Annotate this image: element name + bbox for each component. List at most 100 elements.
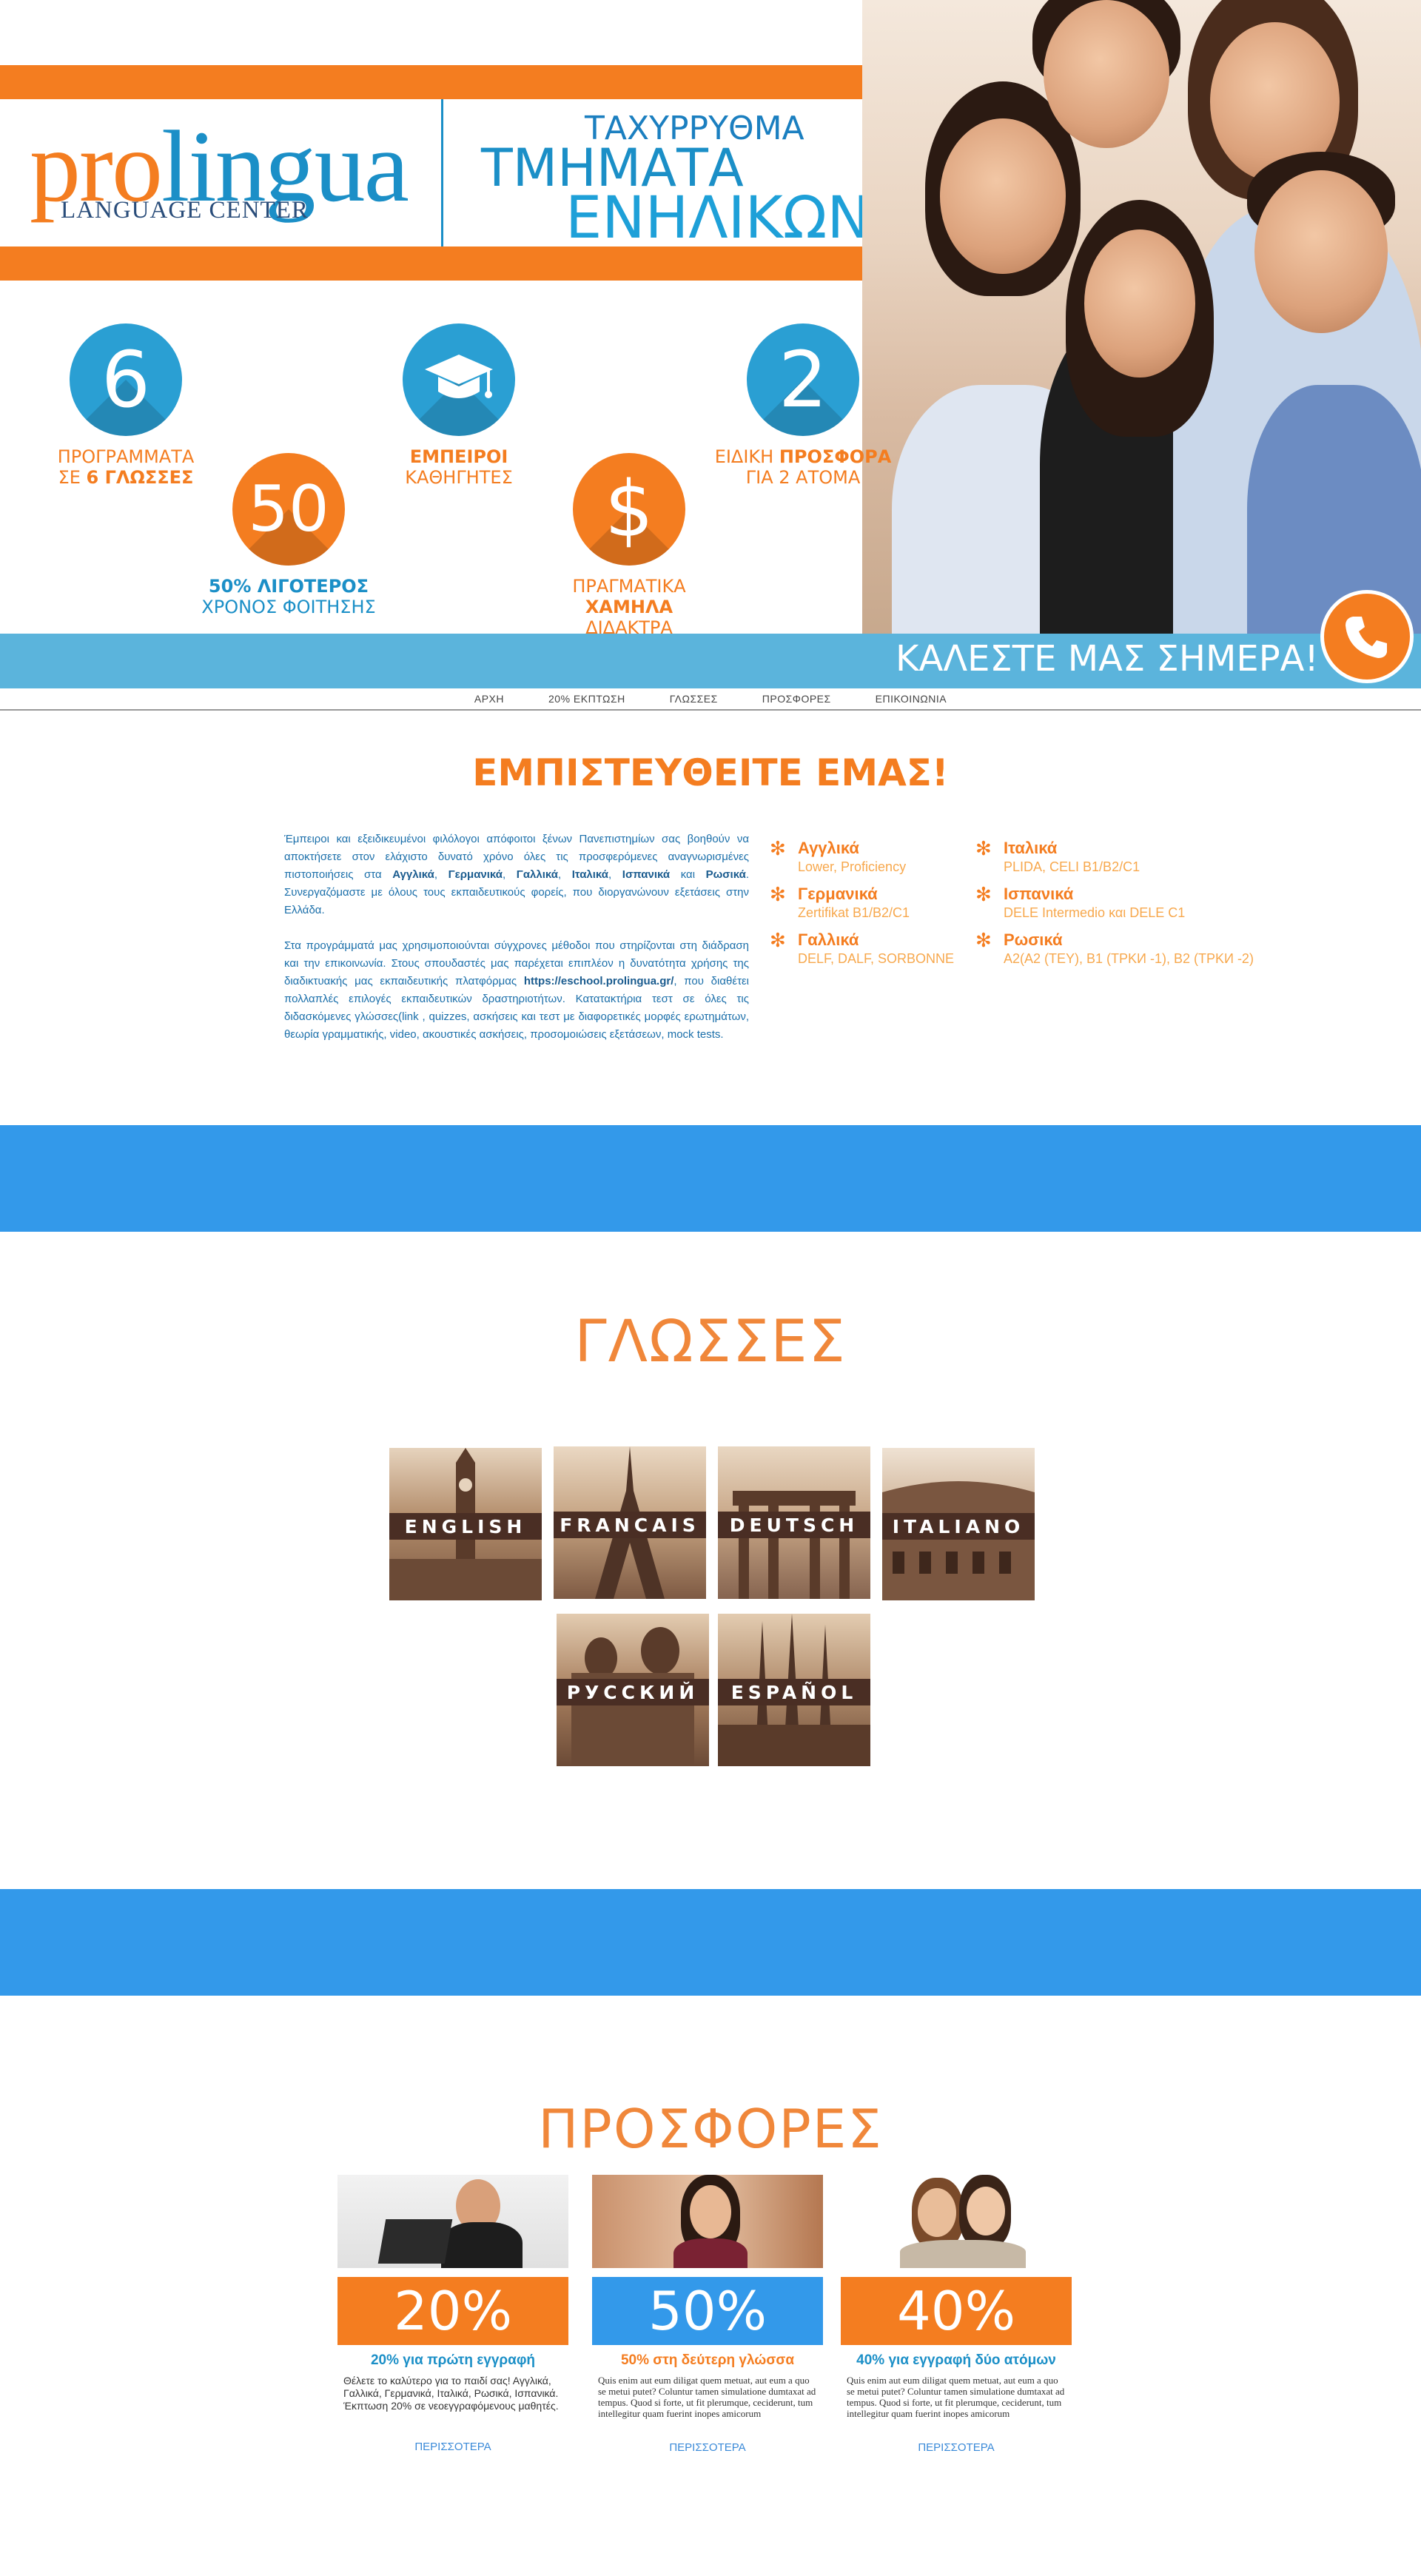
text-span: , (557, 868, 572, 881)
trust-section-title: ΕΜΠΙΣΤΕΥΘΕΙΤΕ ΕΜΑΣ! (472, 751, 949, 794)
trust-paragraph-1: Έμπειροι και εξειδικευμένοι φιλόλογοι απ… (284, 831, 749, 919)
cert-language: Ισπανικά (1004, 885, 1074, 903)
caption-strong: ΕΜΠΕΙΡΟΙ (409, 446, 508, 467)
offer-percent: 40% (841, 2277, 1072, 2345)
star-icon: ✻ (975, 837, 992, 859)
cert-item: ✻ Αγγλικά Lower, Proficiency (770, 838, 977, 875)
language-strong: Ισπανικά (622, 868, 671, 881)
photo-person-face (967, 2187, 1005, 2235)
language-tile-english[interactable]: ENGLISH (389, 1448, 542, 1600)
offer-title: 50% στη δεύτερη γλώσσα (620, 2352, 795, 2368)
offer-description: Quis enim aut eum diligat quem metuat, a… (847, 2375, 1065, 2419)
feature-caption: ΕΙΔΙΚΗ ΠΡΟΣΦΟΡΑ ΓΙΑ 2 ΑΤΟΜΑ (710, 446, 896, 488)
caption-strong: 50% ΛΙΓΟΤΕΡΟΣ (208, 576, 369, 597)
feature-caption: 50% ΛΙΓΟΤΕΡΟΣ ΧΡΟΝΟΣ ΦΟΙΤΗΣΗΣ (200, 576, 377, 617)
offer-percent: 20% (337, 2277, 568, 2345)
cert-item: ✻ Ισπανικά DELE Intermedio και DELE C1 (975, 884, 1309, 921)
cert-item: ✻ Ιταλικά PLIDA, CELI B1/B2/C1 (975, 838, 1309, 875)
prolingua-logo[interactable]: prolingua LANGUAGE CENTER (30, 115, 429, 229)
language-strong: Αγγλικά (392, 868, 434, 881)
logo-wordmark: prolingua (30, 115, 409, 218)
offer-title: 20% για πρώτη εγγραφή (370, 2352, 536, 2368)
offer-description: Quis enim aut eum diligat quem metuat, a… (598, 2375, 816, 2419)
cert-item: ✻ Γαλλικά DELF, DALF, SORBONNE (770, 930, 977, 967)
cert-item: ✻ Ρωσικά A2(A2 (ΤΕΥ), B1 (ΤΡΚИ -1), B2 (ΤΡ… (975, 930, 1309, 967)
star-icon: ✻ (770, 837, 786, 859)
dollar-circle: $ (573, 453, 685, 566)
caption-line: ΣΕ 6 ΓΛΩΣΣΕΣ (52, 467, 200, 488)
cert-level: PLIDA, CELI B1/B2/C1 (1004, 859, 1141, 874)
caption-strong: ΧΑΜΗΛΑ (585, 597, 673, 617)
nav-contact[interactable]: ΕΠΙΚΟΙΝΩΝΙΑ (876, 693, 947, 705)
caption-line: ΓΙΑ 2 ΑΤΟΜΑ (745, 467, 861, 488)
feature-number: 50 (248, 472, 329, 546)
offer-photo (592, 2175, 823, 2268)
certifications-list-right: ✻ Ιταλικά PLIDA, CELI B1/B2/C1 ✻ Ισπανικά DE… (975, 838, 1309, 976)
tile-label: ENGLISH (389, 1513, 542, 1540)
photo-person-shirt (441, 2222, 523, 2268)
language-strong: Γαλλικά (516, 868, 558, 881)
caption-line: ΚΑΘΗΓΗΤΕΣ (405, 467, 513, 488)
cert-level: Lower, Proficiency (798, 859, 907, 874)
cert-level: DELF, DALF, SORBONNE (798, 951, 955, 966)
cert-language: Γερμανικά (798, 885, 878, 903)
nav-home[interactable]: ΑΡΧΗ (474, 693, 504, 705)
photo-person-face (918, 2188, 956, 2237)
number-6-circle: 6 (70, 323, 182, 436)
laptop-icon (377, 2219, 453, 2264)
offer-more-link[interactable]: ΠΕΡΙΣΣΟΤΕΡΑ (337, 2441, 568, 2453)
offer-card-second-language[interactable]: 50% 50% στη δεύτερη γλώσσα Quis enim aut… (592, 2175, 823, 2454)
text-span: και (670, 868, 706, 881)
cert-level: Zertifikat B1/B2/C1 (798, 905, 910, 920)
offer-title: 40% για εγγραφή δύο ατόμων (856, 2352, 1056, 2368)
call-us-text[interactable]: ΚΑΛΕΣΤΕ ΜΑΣ ΣΗΜΕΡΑ! (896, 638, 1319, 680)
caption-part: ΣΕ (58, 467, 87, 488)
cert-item: ✻ Γερμανικά Zertifikat B1/B2/C1 (770, 884, 977, 921)
text-span: , (503, 868, 517, 881)
offer-more-link[interactable]: ΠΕΡΙΣΣΟΤΕΡΑ (841, 2441, 1072, 2454)
feature-less-time: 50 50% ΛΙΓΟΤΕΡΟΣ ΧΡΟΝΟΣ ΦΟΙΤΗΣΗΣ (200, 453, 377, 617)
logo-subtitle: LANGUAGE CENTER (61, 197, 309, 224)
text-span: , (434, 868, 449, 881)
feature-number: 6 (101, 335, 151, 425)
offer-card-two-people[interactable]: 40% 40% για εγγραφή δύο ατόμων Quis enim… (841, 2175, 1072, 2454)
eschool-link[interactable]: https://eschool.prolingua.gr/ (524, 975, 674, 987)
cert-level: A2(A2 (ΤΕΥ), B1 (ΤΡΚИ -1), B2 (ΤΡΚИ -2) (1004, 951, 1254, 966)
language-tile-russian[interactable]: РУССКИЙ (557, 1614, 709, 1766)
caption-strong: 6 ΓΛΩΣΣΕΣ (86, 467, 194, 488)
graduation-cap-circle (403, 323, 515, 436)
star-icon: ✻ (975, 883, 992, 905)
nav-discount[interactable]: 20% ΕΚΠΤΩΣΗ (548, 693, 625, 705)
language-tile-spanish[interactable]: ESPAÑOL (718, 1614, 870, 1766)
cert-level: DELE Intermedio και DELE C1 (1004, 905, 1186, 920)
number-50-circle: 50 (232, 453, 345, 566)
number-2-circle: 2 (747, 323, 859, 436)
blue-divider-strip (0, 1125, 1421, 1232)
caption-line: ΠΡΟΓΡΑΜΜΑΤΑ (57, 446, 195, 467)
feature-programs: 6 ΠΡΟΓΡΑΜΜΑΤΑ ΣΕ 6 ΓΛΩΣΣΕΣ (52, 323, 200, 488)
offer-more-link[interactable]: ΠΕΡΙΣΣΟΤΕΡΑ (592, 2441, 823, 2454)
tile-label: РУССКИЙ (557, 1679, 709, 1705)
phone-button[interactable] (1320, 590, 1414, 683)
nav-languages[interactable]: ΓΛΩΣΣΕΣ (670, 693, 718, 705)
tagline-line-3: ΕΝΗΛΙΚΩΝ (565, 185, 870, 252)
language-tile-german[interactable]: DEUTSCH (718, 1446, 870, 1599)
language-tile-french[interactable]: FRANCAIS (554, 1446, 706, 1599)
tile-label: ESPAÑOL (718, 1679, 870, 1705)
hero-section: prolingua LANGUAGE CENTER ΤΑΧΥΡΡΥΘΜΑ ΤΜΗ… (0, 0, 1421, 688)
star-icon: ✻ (975, 929, 992, 951)
feature-special-offer: 2 ΕΙΔΙΚΗ ΠΡΟΣΦΟΡΑ ΓΙΑ 2 ΑΤΟΜΑ (710, 323, 896, 488)
offer-description: Θέλετε το καλύτερο για το παιδί σας! Αγγ… (343, 2375, 559, 2412)
star-icon: ✻ (770, 883, 786, 905)
text-span: , (608, 868, 622, 881)
photo-person-shirt (900, 2240, 1026, 2268)
nav-offers[interactable]: ΠΡΟΣΦΟΡΕΣ (762, 693, 831, 705)
offer-card-first-registration[interactable]: 20% 20% για πρώτη εγγραφή Θέλετε το καλύ… (337, 2175, 568, 2453)
trust-description: Έμπειροι και εξειδικευμένοι φιλόλογοι απ… (284, 831, 749, 1044)
tile-label: FRANCAIS (554, 1512, 706, 1538)
phone-icon (1346, 617, 1387, 658)
tile-label: ITALIANO (882, 1513, 1035, 1540)
language-strong: Ρωσικά (705, 868, 746, 881)
language-tile-italian[interactable]: ITALIANO (882, 1448, 1035, 1600)
offer-photo (841, 2175, 1072, 2268)
